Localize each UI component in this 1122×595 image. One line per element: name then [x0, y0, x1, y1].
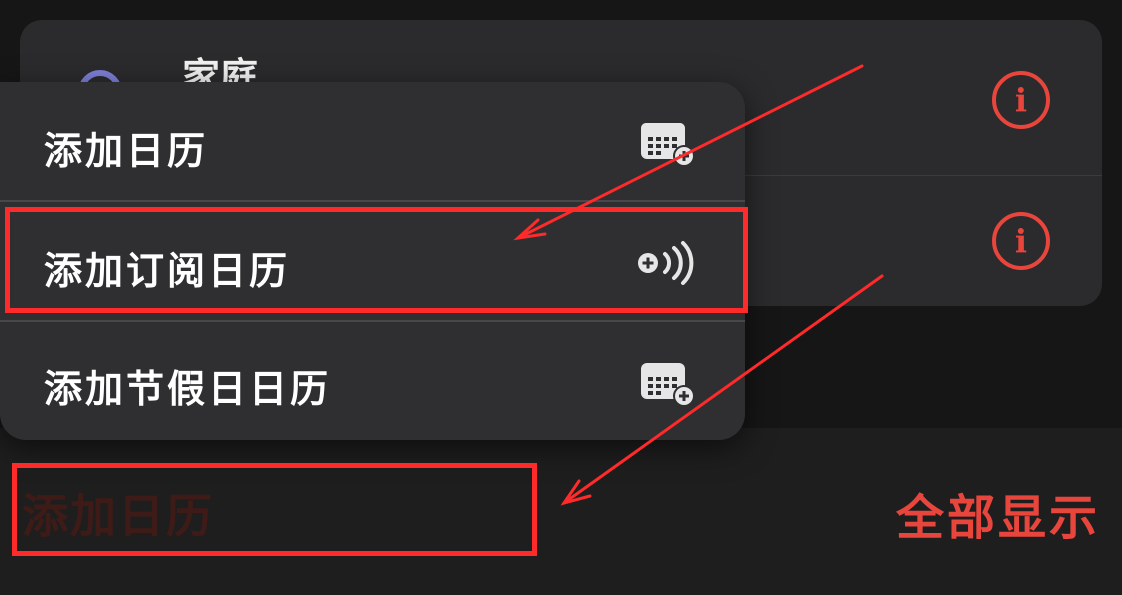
add-calendar-menu: 添加日历 添加订阅日历 添加节假日日历 — [0, 82, 745, 440]
add-calendar-button[interactable]: 添加日历 — [22, 480, 214, 546]
subscribe-broadcast-icon — [638, 241, 694, 285]
menu-item-add-holiday-calendar[interactable]: 添加节假日日历 — [0, 322, 745, 440]
menu-item-label: 添加日历 — [44, 129, 209, 173]
info-icon[interactable]: i — [992, 212, 1050, 270]
menu-item-label: 添加节假日日历 — [44, 367, 332, 411]
menu-item-label: 添加订阅日历 — [44, 249, 291, 293]
menu-item-add-calendar[interactable]: 添加日历 — [0, 82, 745, 200]
menu-item-add-subscribed-calendar[interactable]: 添加订阅日历 — [0, 202, 745, 320]
calendar-add-icon — [641, 123, 695, 167]
info-icon[interactable]: i — [992, 71, 1050, 129]
bottom-toolbar: 添加日历 全部显示 — [0, 428, 1122, 595]
show-all-button[interactable]: 全部显示 — [896, 478, 1100, 548]
calendar-add-icon — [641, 363, 695, 407]
